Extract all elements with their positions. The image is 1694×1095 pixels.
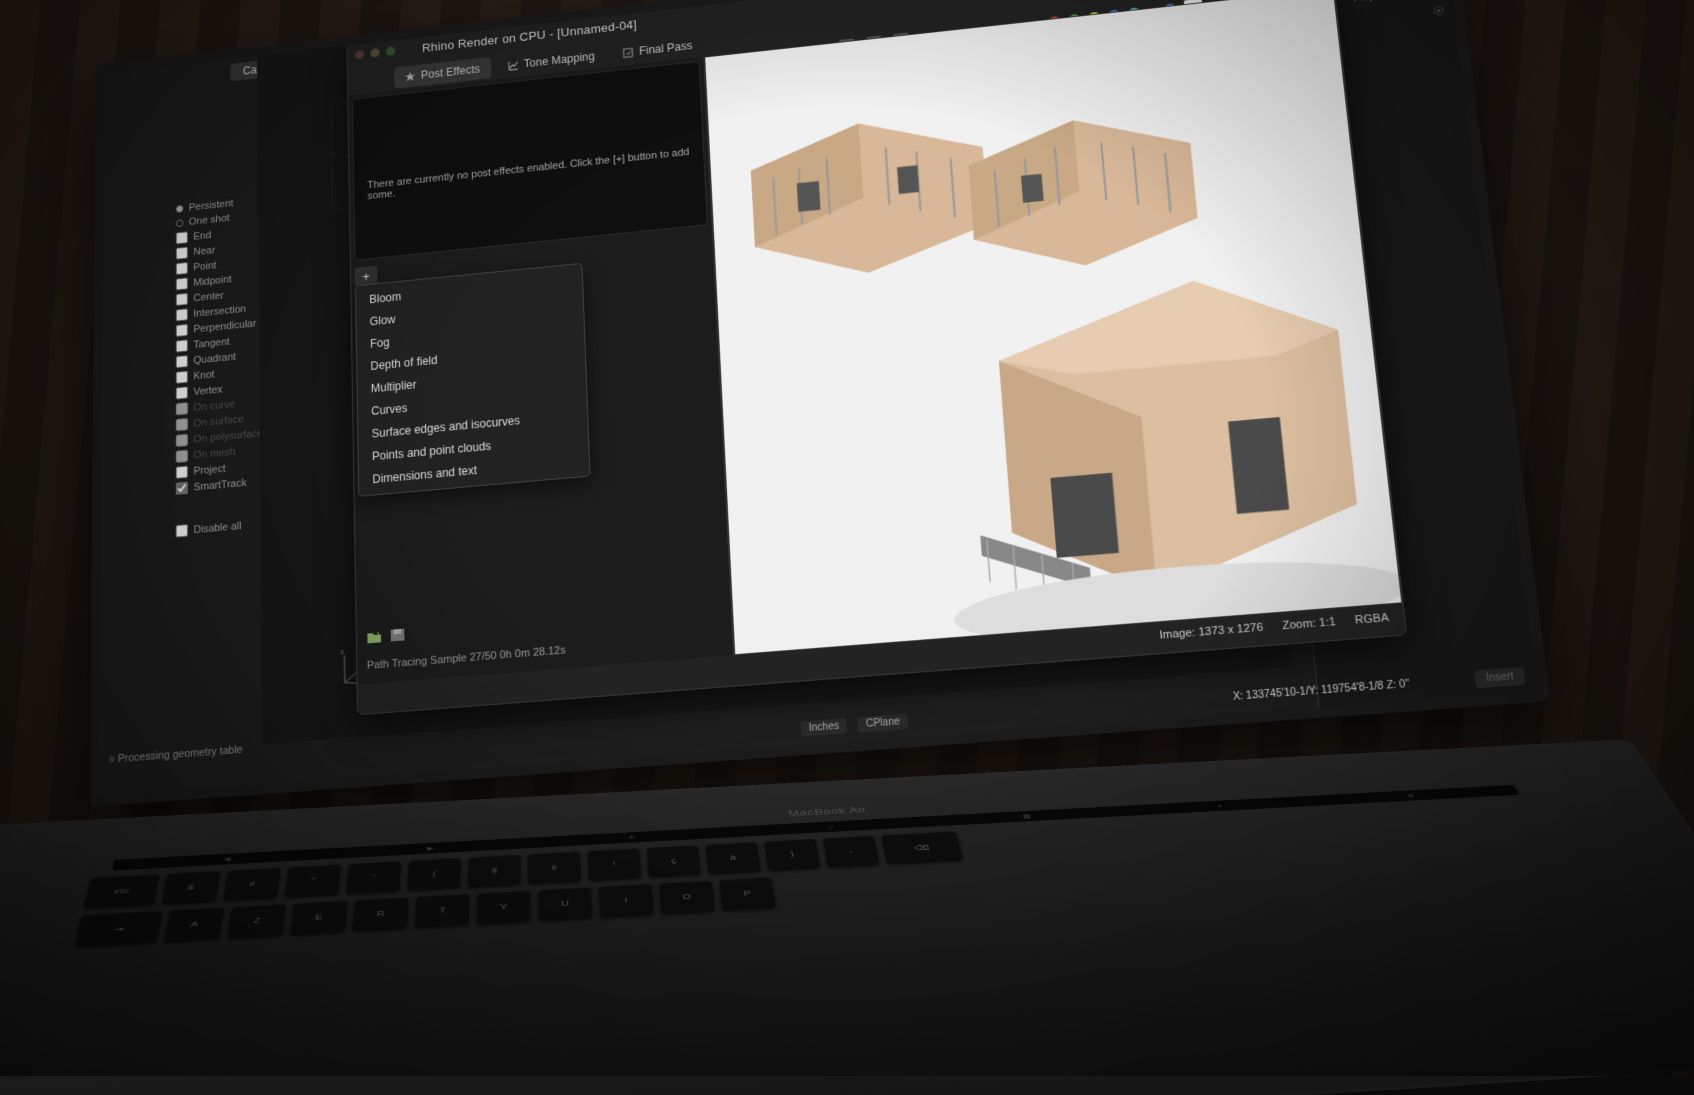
key: ( bbox=[407, 858, 461, 891]
osnap-label: SmartTrack bbox=[194, 477, 247, 493]
chart-icon bbox=[508, 60, 519, 71]
zoom-icon[interactable] bbox=[386, 46, 395, 56]
checkbox-icon[interactable] bbox=[176, 231, 188, 244]
osnap-label: Tangent bbox=[193, 336, 229, 351]
key: é bbox=[223, 868, 281, 902]
key: T bbox=[415, 894, 470, 929]
key: E bbox=[290, 900, 347, 935]
checkbox-icon[interactable] bbox=[176, 482, 188, 495]
key: P bbox=[719, 877, 776, 911]
effects-empty-area: There are currently no post effects enab… bbox=[352, 61, 708, 261]
osnap-label: On mesh bbox=[194, 446, 236, 461]
close-icon[interactable] bbox=[355, 50, 364, 60]
key-delete: ⌫ bbox=[881, 831, 963, 865]
laptop-screen: New In V7 7 Cancel Persistent One shot E… bbox=[89, 0, 1550, 807]
checkbox-icon[interactable] bbox=[176, 339, 188, 352]
key: U bbox=[538, 887, 592, 921]
checkbox-icon bbox=[176, 450, 188, 463]
key: § bbox=[468, 855, 521, 888]
key: ç bbox=[647, 845, 701, 878]
radio-on-icon bbox=[176, 205, 183, 213]
gear-icon[interactable] bbox=[1431, 4, 1446, 18]
key: ! bbox=[587, 848, 641, 881]
checkbox-icon[interactable] bbox=[176, 308, 188, 321]
osnap-label: Vertex bbox=[193, 384, 222, 398]
effects-tools bbox=[366, 628, 405, 645]
minimize-icon[interactable] bbox=[370, 48, 379, 58]
checkbox-icon[interactable] bbox=[176, 386, 188, 399]
zoom-level: Zoom: 1:1 bbox=[1282, 616, 1337, 633]
star-icon bbox=[405, 71, 415, 82]
folder-open-icon[interactable] bbox=[366, 629, 382, 644]
checkbox-icon[interactable] bbox=[176, 324, 188, 337]
render-window-body: There are currently no post effects enab… bbox=[348, 0, 1402, 685]
key: Y bbox=[477, 890, 531, 924]
effects-empty-message: There are currently no post effects enab… bbox=[367, 147, 690, 202]
key: R bbox=[352, 897, 408, 932]
rendered-scene bbox=[705, 0, 1401, 654]
tab-label: Final Pass bbox=[639, 39, 693, 57]
key-esc: esc bbox=[84, 874, 160, 909]
render-progress-status: Path Tracing Sample 27/50 0h 0m 28.12s bbox=[367, 644, 566, 672]
cplane-selector[interactable]: CPlane bbox=[857, 713, 908, 732]
osnap-label: Knot bbox=[193, 369, 214, 382]
insert-button[interactable]: Insert bbox=[1474, 666, 1526, 688]
osnap-label: On curve bbox=[193, 398, 235, 413]
key: I bbox=[599, 884, 654, 918]
render-viewport[interactable] bbox=[704, 0, 1402, 655]
osnap-label: End bbox=[193, 229, 211, 242]
macbook-logo: MacBook Air bbox=[788, 805, 868, 818]
disable-all-label: Disable all bbox=[194, 520, 242, 536]
checkbox-icon bbox=[176, 418, 188, 431]
key: è bbox=[528, 851, 581, 884]
osnap-label: Point bbox=[193, 260, 216, 273]
key: à bbox=[706, 842, 761, 875]
key: Z bbox=[227, 904, 286, 939]
key: - bbox=[823, 835, 880, 867]
effects-dropdown-menu: BloomGlowFogDepth of fieldMultiplierCurv… bbox=[355, 263, 591, 497]
checkbox-icon[interactable] bbox=[176, 466, 188, 479]
osnap-label: Center bbox=[193, 290, 223, 304]
tab-label: Tone Mapping bbox=[524, 50, 595, 70]
export-icon bbox=[623, 47, 634, 58]
radio-off-icon bbox=[176, 219, 183, 227]
osnap-label: Quadrant bbox=[193, 351, 236, 366]
checkbox-icon bbox=[176, 434, 188, 447]
key: A bbox=[164, 907, 224, 942]
checkbox-icon[interactable] bbox=[176, 293, 188, 306]
units-selector[interactable]: Inches bbox=[800, 717, 848, 736]
checkbox-icon[interactable] bbox=[176, 262, 188, 275]
checkbox-icon[interactable] bbox=[176, 277, 188, 290]
key: & bbox=[162, 871, 221, 905]
image-dimensions: Image: 1373 x 1276 bbox=[1159, 621, 1264, 641]
osnap-label: Project bbox=[194, 463, 226, 477]
key: ) bbox=[764, 839, 820, 871]
key-tab: ⇥ bbox=[74, 911, 162, 948]
tab-label: Post Effects bbox=[421, 63, 481, 82]
svg-text:z: z bbox=[340, 649, 344, 656]
checkbox-icon[interactable] bbox=[176, 247, 188, 260]
status-processing: ≡ Processing geometry table bbox=[109, 744, 243, 766]
key: ' bbox=[346, 861, 401, 894]
key: O bbox=[659, 880, 715, 914]
pixel-format: RGBA bbox=[1354, 612, 1389, 627]
osnap-label: Midpoint bbox=[193, 273, 231, 288]
save-icon[interactable] bbox=[390, 628, 406, 643]
checkbox-icon bbox=[176, 402, 188, 415]
checkbox-icon[interactable] bbox=[176, 355, 188, 368]
osnap-label: Near bbox=[193, 244, 215, 257]
render-window: Rhino Render on CPU - [Unnamed-04] Post … bbox=[346, 0, 1407, 715]
key: " bbox=[285, 864, 341, 897]
checkbox-icon[interactable] bbox=[176, 524, 188, 537]
post-effects-panel: There are currently no post effects enab… bbox=[348, 57, 734, 685]
checkbox-icon[interactable] bbox=[176, 371, 188, 384]
